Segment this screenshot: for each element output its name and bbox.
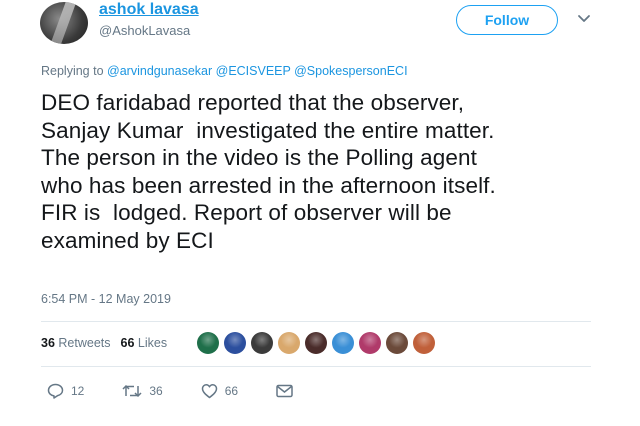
replying-to-line: Replying to @arvindgunasekar @ECISVEEP @… xyxy=(41,64,408,78)
divider xyxy=(41,321,591,322)
divider xyxy=(41,366,591,367)
likes-stat[interactable]: 66 Likes xyxy=(121,336,168,350)
liker-avatar-9[interactable] xyxy=(413,332,435,354)
retweet-button[interactable]: 36 xyxy=(122,383,163,399)
tweet-timestamp[interactable]: 6:54 PM - 12 May 2019 xyxy=(41,292,171,306)
retweets-count: 36 xyxy=(41,336,55,350)
display-name-link[interactable]: ashok lavasa xyxy=(99,1,199,19)
mention-link[interactable]: @arvindgunasekar xyxy=(107,64,212,78)
replying-to-label: Replying to xyxy=(41,64,104,78)
mention-link[interactable]: @SpokespersonECI xyxy=(294,64,407,78)
liker-avatar-5[interactable] xyxy=(305,332,327,354)
retweet-icon xyxy=(122,384,142,398)
reply-button[interactable]: 12 xyxy=(47,383,84,399)
mention-link[interactable]: @ECISVEEP xyxy=(216,64,291,78)
engagement-stats: 36 Retweets 66 Likes xyxy=(41,336,167,350)
profile-avatar[interactable] xyxy=(40,2,88,44)
heart-icon xyxy=(201,384,217,399)
liker-avatar-4[interactable] xyxy=(278,332,300,354)
liker-avatar-2[interactable] xyxy=(224,332,246,354)
retweet-count: 36 xyxy=(149,384,163,398)
like-count: 66 xyxy=(224,384,239,398)
reply-icon xyxy=(47,383,64,399)
liker-avatar-3[interactable] xyxy=(251,332,273,354)
liker-avatar-1[interactable] xyxy=(197,332,219,354)
envelope-icon xyxy=(276,384,293,398)
liker-avatars xyxy=(197,332,435,354)
reply-count: 12 xyxy=(71,384,85,398)
chevron-down-icon[interactable] xyxy=(577,14,591,24)
follow-button[interactable]: Follow xyxy=(456,5,558,35)
liker-avatar-8[interactable] xyxy=(386,332,408,354)
tweet-actions: 12 36 66 xyxy=(47,383,331,399)
likes-count: 66 xyxy=(120,336,135,350)
likes-label: Likes xyxy=(137,336,168,350)
retweets-label: Retweets xyxy=(58,336,111,350)
like-button[interactable]: 66 xyxy=(201,383,238,399)
user-handle: @AshokLavasa xyxy=(99,23,191,38)
direct-message-button[interactable] xyxy=(276,384,293,398)
liker-avatar-6[interactable] xyxy=(332,332,354,354)
retweets-stat[interactable]: 36 Retweets xyxy=(41,336,111,350)
tweet-text: DEO faridabad reported that the observer… xyxy=(41,90,496,253)
liker-avatar-7[interactable] xyxy=(359,332,381,354)
